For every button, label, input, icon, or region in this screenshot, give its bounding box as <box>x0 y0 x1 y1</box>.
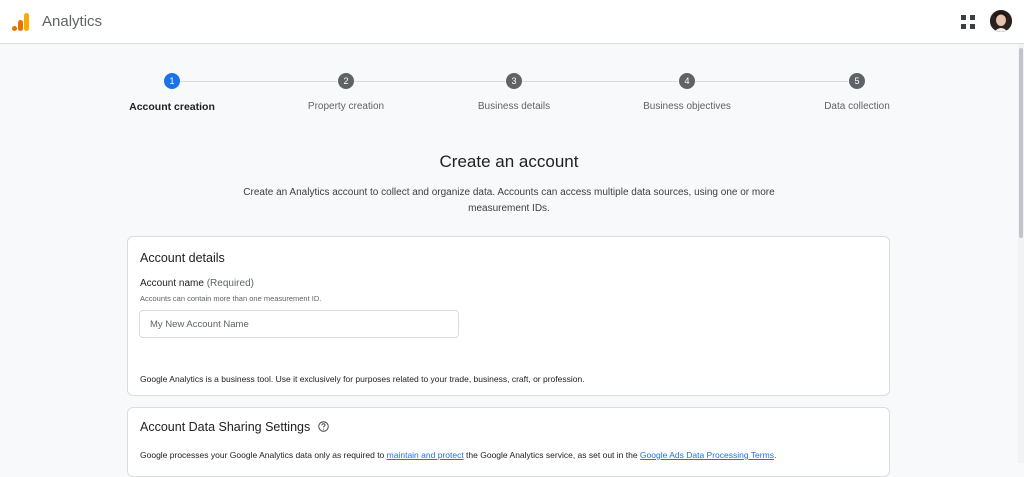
step-1-label: Account creation <box>129 101 215 113</box>
business-use-note: Google Analytics is a business tool. Use… <box>140 374 585 384</box>
step-2-label: Property creation <box>307 101 385 112</box>
step-3-indicator: 3 <box>506 73 522 89</box>
page-description: Create an Analytics account to collect a… <box>243 187 775 214</box>
account-details-card: Account details Account name (Required) … <box>127 236 890 396</box>
required-marker: (Required) <box>206 278 254 289</box>
step-connector <box>180 81 337 82</box>
sharing-text-part: the Google Analytics service, as set out… <box>463 450 640 460</box>
maintain-and-protect-link[interactable]: maintain and protect <box>387 450 464 460</box>
account-details-title: Account details <box>140 251 225 265</box>
step-5-label: Data collection <box>824 101 890 112</box>
data-sharing-card: Account Data Sharing Settings Google pro… <box>127 407 890 477</box>
page-title: Create an account <box>439 152 579 171</box>
step-5-indicator: 5 <box>849 73 865 89</box>
data-processing-terms-link[interactable]: Google Ads Data Processing Terms <box>640 450 774 460</box>
help-circle-icon[interactable] <box>318 421 329 432</box>
step-connector <box>354 81 505 82</box>
step-connector <box>695 81 848 82</box>
step-3-label: Business details <box>477 101 551 112</box>
data-sharing-title: Account Data Sharing Settings <box>140 420 311 434</box>
sharing-text-part: . <box>773 450 777 460</box>
step-4-indicator: 4 <box>679 73 695 89</box>
step-1-indicator: 1 <box>164 73 180 89</box>
step-connector <box>522 81 678 82</box>
sharing-text-part: Google processes your Google Analytics d… <box>140 450 387 460</box>
setup-stepper: 1 2 3 4 5 Account creation Property crea… <box>0 0 1024 120</box>
step-2-indicator: 2 <box>338 73 354 89</box>
step-4-label: Business objectives <box>643 101 731 112</box>
data-sharing-description: Google processes your Google Analytics d… <box>140 448 880 462</box>
account-name-label-text: Account name <box>140 278 204 289</box>
account-name-hint: Accounts can contain more than one measu… <box>140 294 322 303</box>
account-name-input[interactable] <box>139 310 459 338</box>
account-name-label: Account name (Required) <box>140 278 254 289</box>
